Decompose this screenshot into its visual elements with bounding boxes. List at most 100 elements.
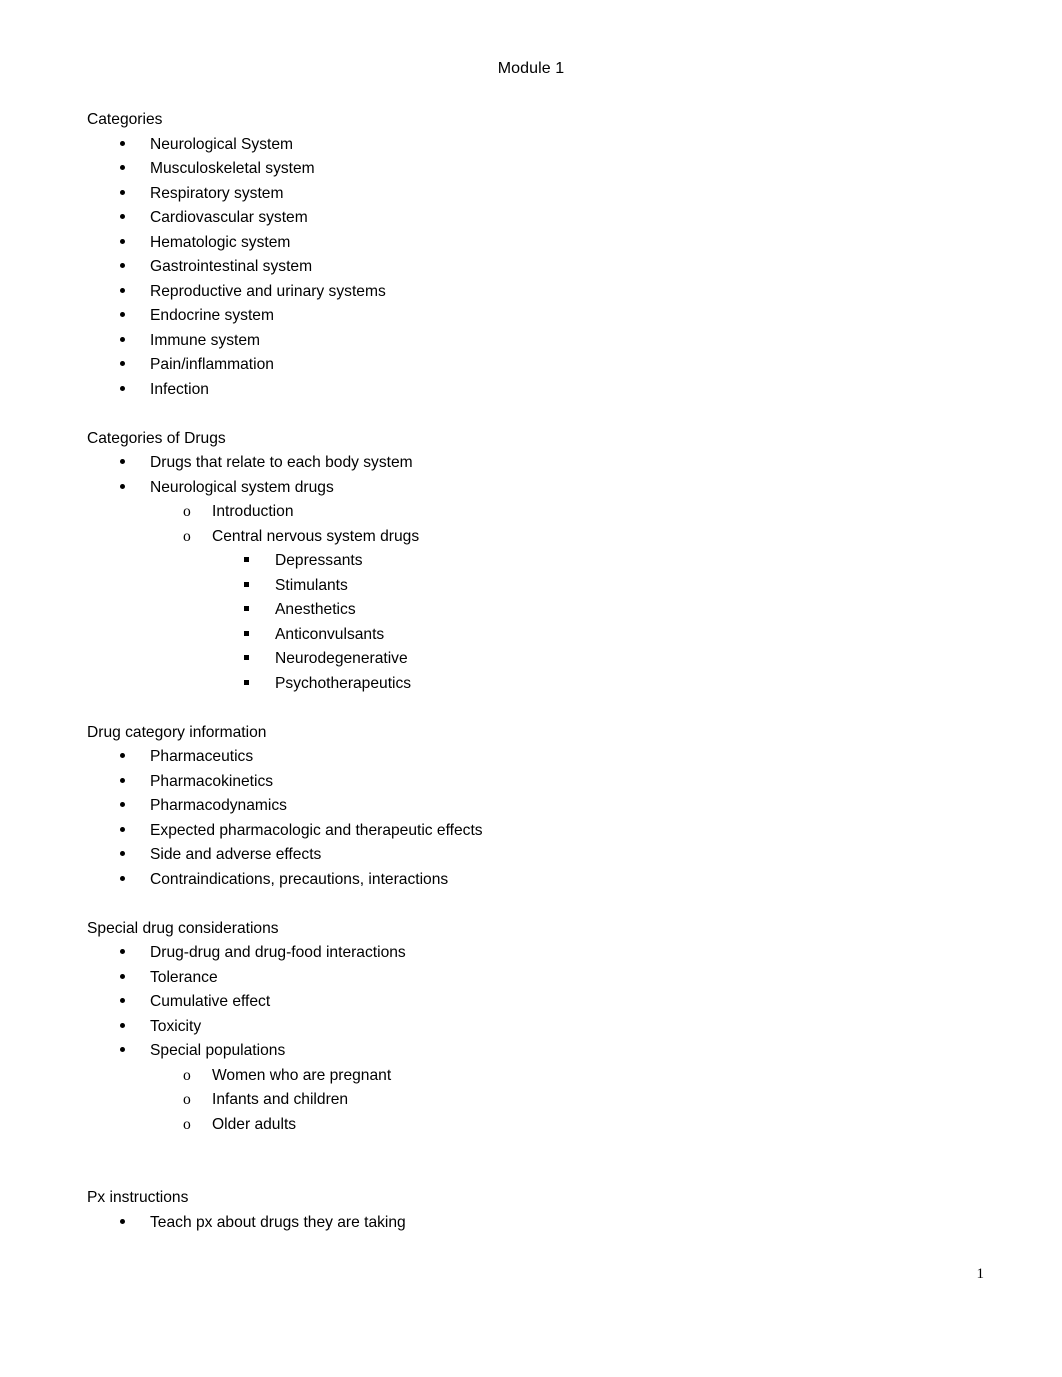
outline-item-label: Cumulative effect [150, 993, 271, 1010]
bullet-square-icon [244, 574, 258, 599]
section-heading: Drug category information [87, 723, 267, 741]
bullet-dot-icon [120, 990, 132, 1015]
bullet-dot-icon [120, 280, 132, 305]
outline-item-level-3: Stimulants [87, 574, 987, 599]
outline-item-label: Special populations [150, 1042, 286, 1059]
bullet-square-icon [244, 647, 258, 672]
bullet-square-icon [244, 623, 258, 648]
outline-item-level-1: Pharmacodynamics [87, 794, 987, 819]
section-heading: Categories [87, 111, 163, 128]
bullet-dot-icon [120, 1015, 132, 1040]
bullet-dot-icon [120, 451, 132, 476]
outline-item-level-1: Expected pharmacologic and therapeutic e… [87, 819, 987, 844]
outline-item-label: Musculoskeletal system [150, 160, 315, 177]
outline-item-level-1: Reproductive and urinary systems [87, 280, 987, 305]
bullet-dot-icon [120, 1211, 132, 1236]
document-body: Categories Neurological System Musculoskel… [87, 108, 987, 1235]
outline-section: Categories of Drugs Drugs that relate to … [87, 427, 987, 697]
outline-item-label: Teach px about drugs they are taking [150, 1213, 406, 1231]
outline-item-level-1: Cumulative effect [87, 990, 987, 1015]
outline-item-level-1: Immune system [87, 329, 987, 354]
outline-item-label: Infants and children [212, 1091, 349, 1108]
outline-item-level-2: o Central nervous system drugs [87, 525, 987, 550]
outline-item-level-1: Gastrointestinal system [87, 255, 987, 280]
section-heading: Px instructions [87, 1189, 189, 1206]
outline-item-label: Stimulants [275, 576, 348, 594]
outline-item-level-2: o Infants and children [87, 1088, 987, 1113]
outline-item-level-1: Musculoskeletal system [87, 157, 987, 182]
outline-item-label: Infection [150, 380, 209, 398]
page-number: 1 [976, 1266, 985, 1282]
outline-section: Drug category information Pharmaceutics Ph… [87, 721, 987, 893]
outline-item-level-1: Toxicity [87, 1015, 987, 1040]
outline-item-label: Reproductive and urinary systems [150, 282, 386, 300]
bullet-square-icon [244, 672, 258, 697]
outline-item-label: Drugs that relate to each body system [150, 454, 413, 471]
bullet-dot-icon [120, 941, 132, 966]
bullet-dot-icon [120, 1039, 132, 1064]
bullet-dot-icon [120, 966, 132, 991]
outline-item-level-1: Hematologic system [87, 231, 987, 256]
outline-section: Categories Neurological System Musculoskel… [87, 108, 987, 402]
bullet-dot-icon [120, 329, 132, 354]
outline-item-level-1: Special populations [87, 1039, 987, 1064]
outline-item-label: Older adults [212, 1115, 297, 1133]
outline-item-level-2: o Older adults [87, 1113, 987, 1138]
outline-item-label: Contraindications, precautions, interact… [150, 870, 449, 888]
outline-item-label: Women who are pregnant [212, 1066, 392, 1084]
outline-item-label: Respiratory system [150, 184, 284, 202]
outline-item-label: Depressants [275, 552, 363, 569]
outline-item-level-1: Side and adverse effects [87, 843, 987, 868]
outline-item-label: Neurological system drugs [150, 478, 334, 496]
bullet-dot-icon [120, 231, 132, 256]
outline-item-label: Tolerance [150, 968, 218, 986]
bullet-dot-icon [120, 819, 132, 844]
outline-item-level-1: Pharmaceutics [87, 745, 987, 770]
outline-item-label: Immune system [150, 331, 261, 349]
outline-item-label: Pharmacodynamics [150, 797, 287, 814]
bullet-dot-icon [120, 304, 132, 329]
bullet-square-icon [244, 549, 258, 574]
outline-item-label: Drug-drug and drug-food interactions [150, 944, 406, 961]
bullet-o-icon: o [183, 1115, 191, 1133]
outline-item-level-1: Respiratory system [87, 182, 987, 207]
outline-item-level-1: Drug-drug and drug-food interactions [87, 941, 987, 966]
document-page: Module 1 Categories Neurological System Mu… [0, 0, 1062, 1377]
outline-item-label: Pain/inflammation [150, 356, 274, 373]
outline-item-level-1: Endocrine system [87, 304, 987, 329]
bullet-o-icon: o [183, 527, 191, 545]
bullet-dot-icon [120, 353, 132, 378]
outline-item-level-1: Teach px about drugs they are taking [87, 1211, 987, 1236]
outline-list: Drugs that relate to each body system Neu… [87, 451, 987, 696]
outline-item-label: Anesthetics [275, 601, 356, 618]
outline-list: Pharmaceutics Pharmacokinetics Pharmacodyn… [87, 745, 987, 892]
outline-item-label: Neurological System [150, 135, 294, 153]
outline-item-level-3: Neurodegenerative [87, 647, 987, 672]
outline-item-label: Gastrointestinal system [150, 258, 313, 275]
outline-list: Teach px about drugs they are taking [87, 1211, 987, 1236]
outline-item-label: Neurodegenerative [275, 650, 408, 667]
outline-item-level-3: Anesthetics [87, 598, 987, 623]
bullet-o-icon: o [183, 1066, 191, 1084]
outline-item-label: Anticonvulsants [275, 625, 385, 643]
bullet-o-icon: o [183, 1091, 191, 1108]
bullet-square-icon [244, 598, 258, 623]
bullet-dot-icon [120, 378, 132, 403]
outline-item-label: Pharmaceutics [150, 748, 254, 765]
bullet-dot-icon [120, 133, 132, 158]
outline-item-level-1: Infection [87, 378, 987, 403]
outline-item-label: Psychotherapeutics [275, 674, 412, 692]
outline-item-label: Hematologic system [150, 233, 291, 251]
outline-item-level-2: o Introduction [87, 500, 987, 525]
bullet-dot-icon [120, 843, 132, 868]
section-heading: Categories of Drugs [87, 429, 226, 447]
outline-item-label: Toxicity [150, 1017, 202, 1035]
section-heading: Special drug considerations [87, 919, 279, 937]
outline-item-level-3: Depressants [87, 549, 987, 574]
outline-item-level-3: Psychotherapeutics [87, 672, 987, 697]
outline-item-level-1: Contraindications, precautions, interact… [87, 868, 987, 893]
outline-item-label: Introduction [212, 503, 294, 520]
bullet-dot-icon [120, 182, 132, 207]
outline-list: Neurological System Musculoskeletal syste… [87, 133, 987, 403]
outline-item-label: Side and adverse effects [150, 846, 322, 863]
